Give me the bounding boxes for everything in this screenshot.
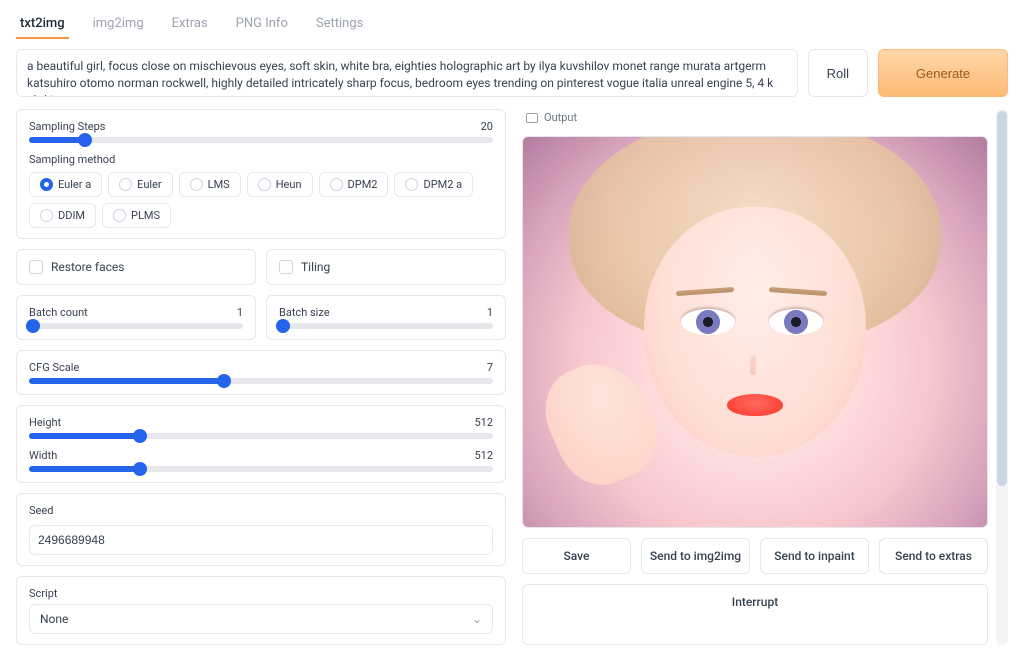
height-slider[interactable] (29, 433, 493, 439)
width-label: Width (29, 449, 57, 462)
sampler-label: PLMS (131, 209, 160, 222)
dims-panel: Height 512 Width 512 (16, 405, 506, 483)
seed-label: Seed (29, 504, 493, 517)
tab-txt2img[interactable]: txt2img (16, 10, 69, 39)
generate-button[interactable]: Generate (878, 49, 1008, 97)
sampler-plms[interactable]: PLMS (102, 203, 171, 228)
script-label: Script (29, 587, 493, 600)
cfg-scale-label: CFG Scale (29, 361, 79, 374)
script-select[interactable]: None ⌄ (29, 604, 493, 634)
height-label: Height (29, 416, 61, 429)
width-slider[interactable] (29, 466, 493, 472)
main: Sampling Steps 20 Sampling method Euler … (16, 109, 1008, 645)
radio-icon (330, 178, 343, 191)
output-label: Output (544, 111, 577, 124)
sampling-panel: Sampling Steps 20 Sampling method Euler … (16, 109, 506, 239)
tiling-checkbox[interactable]: Tiling (266, 249, 506, 285)
tab-png-info[interactable]: PNG Info (232, 10, 292, 39)
sampling-steps-row: Sampling Steps 20 (29, 120, 493, 143)
sampling-steps-slider[interactable] (29, 137, 493, 143)
send-img2img-button[interactable]: Send to img2img (641, 538, 750, 574)
radio-icon (40, 209, 53, 222)
image-icon (526, 113, 538, 123)
cfg-scale-panel: CFG Scale 7 (16, 350, 506, 395)
width-value: 512 (474, 449, 493, 462)
sampler-label: LMS (208, 178, 230, 191)
send-extras-button[interactable]: Send to extras (879, 538, 988, 574)
height-value: 512 (474, 416, 493, 429)
cfg-scale-value: 7 (487, 361, 493, 374)
restore-faces-checkbox[interactable]: Restore faces (16, 249, 256, 285)
roll-button[interactable]: Roll (808, 49, 868, 97)
batch-count-panel: Batch count 1 (16, 295, 256, 340)
send-inpaint-button[interactable]: Send to inpaint (760, 538, 869, 574)
scroll-thumb[interactable] (997, 111, 1007, 486)
tiling-label: Tiling (301, 260, 330, 274)
sampler-dpm2a[interactable]: DPM2 a (394, 172, 473, 197)
tabs: txt2img img2img Extras PNG Info Settings (16, 10, 1008, 39)
sampling-steps-label: Sampling Steps (29, 120, 105, 133)
sampler-label: Euler (137, 178, 161, 191)
sampling-method-options: Euler a Euler LMS Heun DPM2 DPM2 a DDIM … (29, 172, 493, 228)
batch-size-label: Batch size (279, 306, 330, 319)
radio-icon (190, 178, 203, 191)
chevron-down-icon: ⌄ (472, 612, 482, 626)
output-header: Output (522, 109, 988, 126)
sampler-label: DPM2 (348, 178, 378, 191)
checkbox-icon (279, 260, 293, 274)
sampler-label: Euler a (58, 178, 91, 191)
restore-faces-label: Restore faces (51, 260, 124, 274)
cfg-scale-slider[interactable] (29, 378, 493, 384)
batch-size-value: 1 (487, 306, 493, 319)
output-column: Output Save Send to img2img Send to inpa… (522, 109, 1008, 645)
radio-icon (40, 178, 53, 191)
script-panel: Script None ⌄ (16, 576, 506, 645)
sampler-euler[interactable]: Euler (108, 172, 172, 197)
settings-column: Sampling Steps 20 Sampling method Euler … (16, 109, 506, 645)
batch-count-value: 1 (237, 306, 243, 319)
checkbox-icon (29, 260, 43, 274)
radio-icon (119, 178, 132, 191)
batch-size-panel: Batch size 1 (266, 295, 506, 340)
seed-input[interactable] (29, 525, 493, 555)
sampler-label: DDIM (58, 209, 85, 222)
radio-icon (405, 178, 418, 191)
sampling-steps-value: 20 (481, 120, 493, 133)
seed-panel: Seed (16, 493, 506, 566)
interrupt-button[interactable]: Interrupt (522, 584, 988, 645)
sampling-method-label: Sampling method (29, 153, 493, 166)
output-image[interactable] (522, 136, 988, 528)
scrollbar[interactable] (996, 109, 1008, 645)
top-row: Roll Generate (16, 49, 1008, 97)
sampler-lms[interactable]: LMS (179, 172, 241, 197)
save-button[interactable]: Save (522, 538, 631, 574)
batch-size-slider[interactable] (279, 323, 493, 329)
action-row: Save Send to img2img Send to inpaint Sen… (522, 538, 988, 574)
tab-extras[interactable]: Extras (168, 10, 212, 39)
sampler-heun[interactable]: Heun (247, 172, 313, 197)
radio-icon (113, 209, 126, 222)
tab-settings[interactable]: Settings (312, 10, 367, 39)
sampler-ddim[interactable]: DDIM (29, 203, 96, 228)
sampler-euler-a[interactable]: Euler a (29, 172, 102, 197)
script-value: None (40, 612, 68, 626)
prompt-input[interactable] (16, 49, 798, 97)
batch-count-slider[interactable] (29, 323, 243, 329)
sampler-dpm2[interactable]: DPM2 (319, 172, 389, 197)
radio-icon (258, 178, 271, 191)
sampler-label: DPM2 a (423, 178, 462, 191)
sampler-label: Heun (276, 178, 302, 191)
tab-img2img[interactable]: img2img (89, 10, 148, 39)
batch-count-label: Batch count (29, 306, 88, 319)
